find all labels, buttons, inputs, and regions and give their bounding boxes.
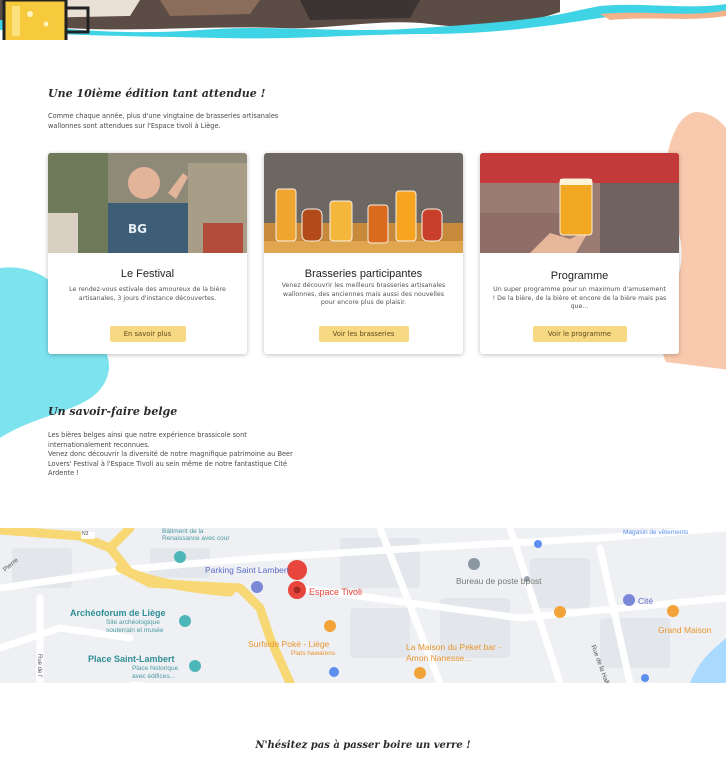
voir-le-programme-button[interactable]: Voir le programme xyxy=(532,326,627,342)
rue-dl-label: Rue de l' xyxy=(36,654,42,678)
hero-image xyxy=(0,0,726,40)
programme-photo xyxy=(480,153,679,253)
place-stlambert-sub-label: Place historique avec édifices... xyxy=(132,665,179,680)
card-title: Brasseries participantes xyxy=(304,268,423,280)
svg-text:BG: BG xyxy=(128,222,147,236)
surfside-sub-label: Plats hawaïens xyxy=(291,650,336,657)
maison-peket-label: La Maison du Peket bar - Amon Nanesse... xyxy=(406,642,501,663)
archeoforum-label: Archéoforum de Liège xyxy=(70,608,166,618)
magasin-label: Magasin de vêtements xyxy=(623,529,689,536)
savoir-faire-text-2: Venez donc découvrir la diversité de not… xyxy=(48,450,293,478)
road-n3-label: N3 xyxy=(82,531,89,537)
card-brasseries: Brasseries participantes Venez découvrir… xyxy=(264,153,463,354)
footer-title: N'hésitez pas à passer boire un verre ! xyxy=(255,740,471,751)
brasseries-photo xyxy=(264,153,463,253)
surfside-label: Surfside Poké - Liège xyxy=(248,639,330,649)
bureau-poste-label: Bureau de poste bpost xyxy=(456,576,542,586)
intro-title: Une 10ième édition tant attendue ! xyxy=(48,87,266,100)
card-title: Programme xyxy=(550,270,609,282)
map[interactable]: N3 Bâtiment de la Renaissance avec cour … xyxy=(0,528,726,683)
savoir-faire-text-1: Les bières belges ainsi que notre expéri… xyxy=(48,431,247,449)
parking-label: Parking Saint Lambert xyxy=(205,565,290,575)
savoir-faire-title: Un savoir-faire belge xyxy=(48,405,178,418)
card-description: Un super programme pour un maximum d'amu… xyxy=(492,286,667,311)
en-savoir-plus-button[interactable]: En savoir plus xyxy=(109,326,186,342)
hero-banner xyxy=(0,0,726,40)
voir-les-brasseries-button[interactable]: Voir les brasseries xyxy=(318,326,409,342)
card-title: Le Festival xyxy=(120,268,175,280)
grand-maison-label: Grand Maison xyxy=(658,625,712,635)
intro-text: Comme chaque année, plus d'une vingtaine… xyxy=(48,112,279,130)
batiment-label: Bâtiment de la Renaissance avec cour xyxy=(162,528,230,542)
card-programme: Programme Un super programme pour un max… xyxy=(480,153,679,354)
archeoforum-sub-label: Site archéologique souterrain et musée xyxy=(106,619,164,634)
festival-photo: BG xyxy=(48,153,247,253)
card-description: Le rendez-vous estivale des amoureux de … xyxy=(69,286,226,302)
beer-mug-icon xyxy=(2,0,90,40)
card-festival: BG Le Festival Le rendez-vous estivale d… xyxy=(48,153,247,354)
cite-label: Cité xyxy=(638,596,654,606)
place-stlambert-label: Place Saint-Lambert xyxy=(88,654,175,664)
card-description: Venez découvrir les meilleurs brasseries… xyxy=(281,282,446,307)
espace-tivoli-label: Espace Tivoli xyxy=(309,587,363,597)
